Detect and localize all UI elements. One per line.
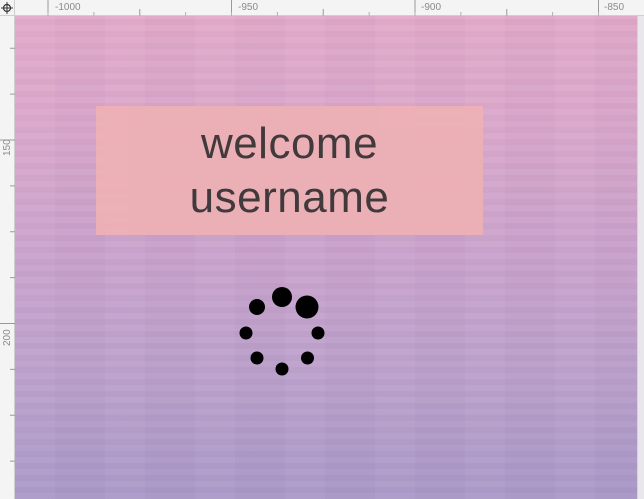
ruler-label-x: -950 [238, 2, 258, 13]
ruler-label-x: -900 [421, 2, 441, 13]
spinner-dot [275, 362, 289, 376]
horizontal-ruler[interactable]: -1000 -950 -900 -850 [15, 0, 644, 16]
spinner-dot [295, 295, 319, 319]
canvas-background-texture [15, 16, 637, 499]
spinner-dot [272, 287, 292, 307]
ruler-label-x: -1000 [55, 2, 81, 13]
editor-workspace: -1000 -950 -900 -850 150 200 welcome use… [0, 0, 644, 499]
loading-spinner-icon [239, 287, 325, 376]
ruler-label-y: 200 [2, 329, 13, 346]
spinner-dot [250, 351, 264, 365]
welcome-banner: welcome username [96, 106, 483, 235]
crosshair-icon [1, 2, 13, 14]
spinner-dot [301, 351, 314, 365]
ruler-label-x: -850 [604, 2, 624, 13]
ruler-origin-button[interactable] [0, 0, 15, 16]
ruler-label-y: 150 [2, 139, 13, 156]
artboard-canvas[interactable]: welcome username [15, 16, 637, 499]
spinner-dot [311, 326, 325, 340]
vertical-scrollbar[interactable] [637, 16, 644, 499]
welcome-text: welcome [200, 118, 379, 168]
spinner-dot [249, 299, 265, 315]
vertical-ruler[interactable]: 150 200 [0, 16, 15, 499]
username-text: username [189, 172, 390, 222]
spinner-dot [239, 326, 253, 340]
